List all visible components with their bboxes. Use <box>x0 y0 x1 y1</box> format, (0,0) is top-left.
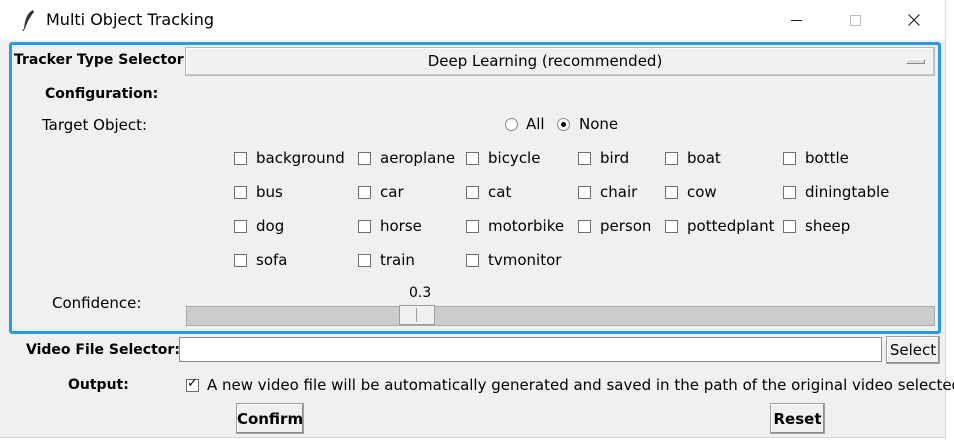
radio-all[interactable] <box>505 118 518 131</box>
checkbox-label-aeroplane[interactable]: aeroplane <box>380 149 455 167</box>
checkbox-boat[interactable] <box>665 152 678 165</box>
checkbox-cow[interactable] <box>665 186 678 199</box>
checkbox-dog[interactable] <box>234 220 247 233</box>
checkbox-sofa[interactable] <box>234 254 247 267</box>
checkbox-label-tvmonitor[interactable]: tvmonitor <box>488 251 561 269</box>
checkbox-label-horse[interactable]: horse <box>380 217 422 235</box>
main-window: Multi Object Tracking Tracker Type Selec… <box>0 0 954 438</box>
video-file-label: Video File Selector: <box>26 342 180 358</box>
select-file-button[interactable]: Select <box>886 336 940 364</box>
checkbox-label-car[interactable]: car <box>380 183 404 201</box>
checkbox-train[interactable] <box>358 254 371 267</box>
checkbox-sheep[interactable] <box>783 220 796 233</box>
target-object-label: Target Object: <box>42 116 148 134</box>
checkbox-label-cow[interactable]: cow <box>687 183 717 201</box>
checkbox-label-chair[interactable]: chair <box>600 183 637 201</box>
checkbox-label-pottedplant[interactable]: pottedplant <box>687 217 774 235</box>
checkbox-car[interactable] <box>358 186 371 199</box>
checkbox-tvmonitor[interactable] <box>466 254 479 267</box>
confidence-slider-trough[interactable] <box>186 306 935 326</box>
checkbox-horse[interactable] <box>358 220 371 233</box>
checkbox-motorbike[interactable] <box>466 220 479 233</box>
confidence-label: Confidence: <box>52 294 142 312</box>
close-icon <box>908 14 920 26</box>
checkbox-label-motorbike[interactable]: motorbike <box>488 217 564 235</box>
checkbox-label-person[interactable]: person <box>600 217 651 235</box>
checkbox-label-cat[interactable]: cat <box>488 183 511 201</box>
checkbox-bird[interactable] <box>578 152 591 165</box>
checkbox-label-diningtable[interactable]: diningtable <box>805 183 889 201</box>
checkbox-label-sofa[interactable]: sofa <box>256 251 287 269</box>
checkbox-person[interactable] <box>578 220 591 233</box>
checkbox-label-background[interactable]: background <box>256 149 345 167</box>
confidence-value: 0.3 <box>409 285 432 301</box>
checkbox-background[interactable] <box>234 152 247 165</box>
checkbox-diningtable[interactable] <box>783 186 796 199</box>
radio-none[interactable] <box>557 118 570 131</box>
video-path-input[interactable] <box>179 337 882 362</box>
minimize-button[interactable] <box>776 6 816 34</box>
tracker-type-value: Deep Learning (recommended) <box>427 52 663 70</box>
checkbox-bus[interactable] <box>234 186 247 199</box>
title-bar: Multi Object Tracking <box>0 0 945 40</box>
checkbox-label-bird[interactable]: bird <box>600 149 629 167</box>
window-title: Multi Object Tracking <box>46 10 214 29</box>
configuration-label: Configuration: <box>45 86 159 102</box>
output-description: A new video file will be automatically g… <box>207 376 954 394</box>
close-button[interactable] <box>894 6 934 34</box>
feather-icon <box>22 10 34 31</box>
checkbox-label-bus[interactable]: bus <box>256 183 283 201</box>
minimize-icon <box>790 19 802 21</box>
checkbox-label-train[interactable]: train <box>380 251 415 269</box>
checkbox-bottle[interactable] <box>783 152 796 165</box>
checkbox-label-boat[interactable]: boat <box>687 149 721 167</box>
maximize-icon <box>849 14 861 26</box>
tracker-type-label: Tracker Type Selector: <box>14 52 190 68</box>
tracker-type-menubutton[interactable]: Deep Learning (recommended) <box>185 47 935 76</box>
checkbox-label-bottle[interactable]: bottle <box>805 149 849 167</box>
checkbox-aeroplane[interactable] <box>358 152 371 165</box>
confidence-slider-handle[interactable] <box>399 305 435 325</box>
checkbox-label-dog[interactable]: dog <box>256 217 284 235</box>
checkbox-label-sheep[interactable]: sheep <box>805 217 850 235</box>
radio-none-label[interactable]: None <box>579 115 618 133</box>
checkbox-pottedplant[interactable] <box>665 220 678 233</box>
checkbox-chair[interactable] <box>578 186 591 199</box>
reset-button[interactable]: Reset <box>770 403 825 434</box>
menu-indicator-icon <box>906 59 925 64</box>
maximize-button[interactable] <box>835 6 875 34</box>
radio-all-label[interactable]: All <box>526 115 545 133</box>
output-checkbox[interactable] <box>186 376 199 392</box>
checkbox-label-bicycle[interactable]: bicycle <box>488 149 540 167</box>
checkbox-bicycle[interactable] <box>466 152 479 165</box>
confirm-button[interactable]: Confirm <box>236 403 304 434</box>
checkbox-cat[interactable] <box>466 186 479 199</box>
output-label: Output: <box>68 377 129 393</box>
